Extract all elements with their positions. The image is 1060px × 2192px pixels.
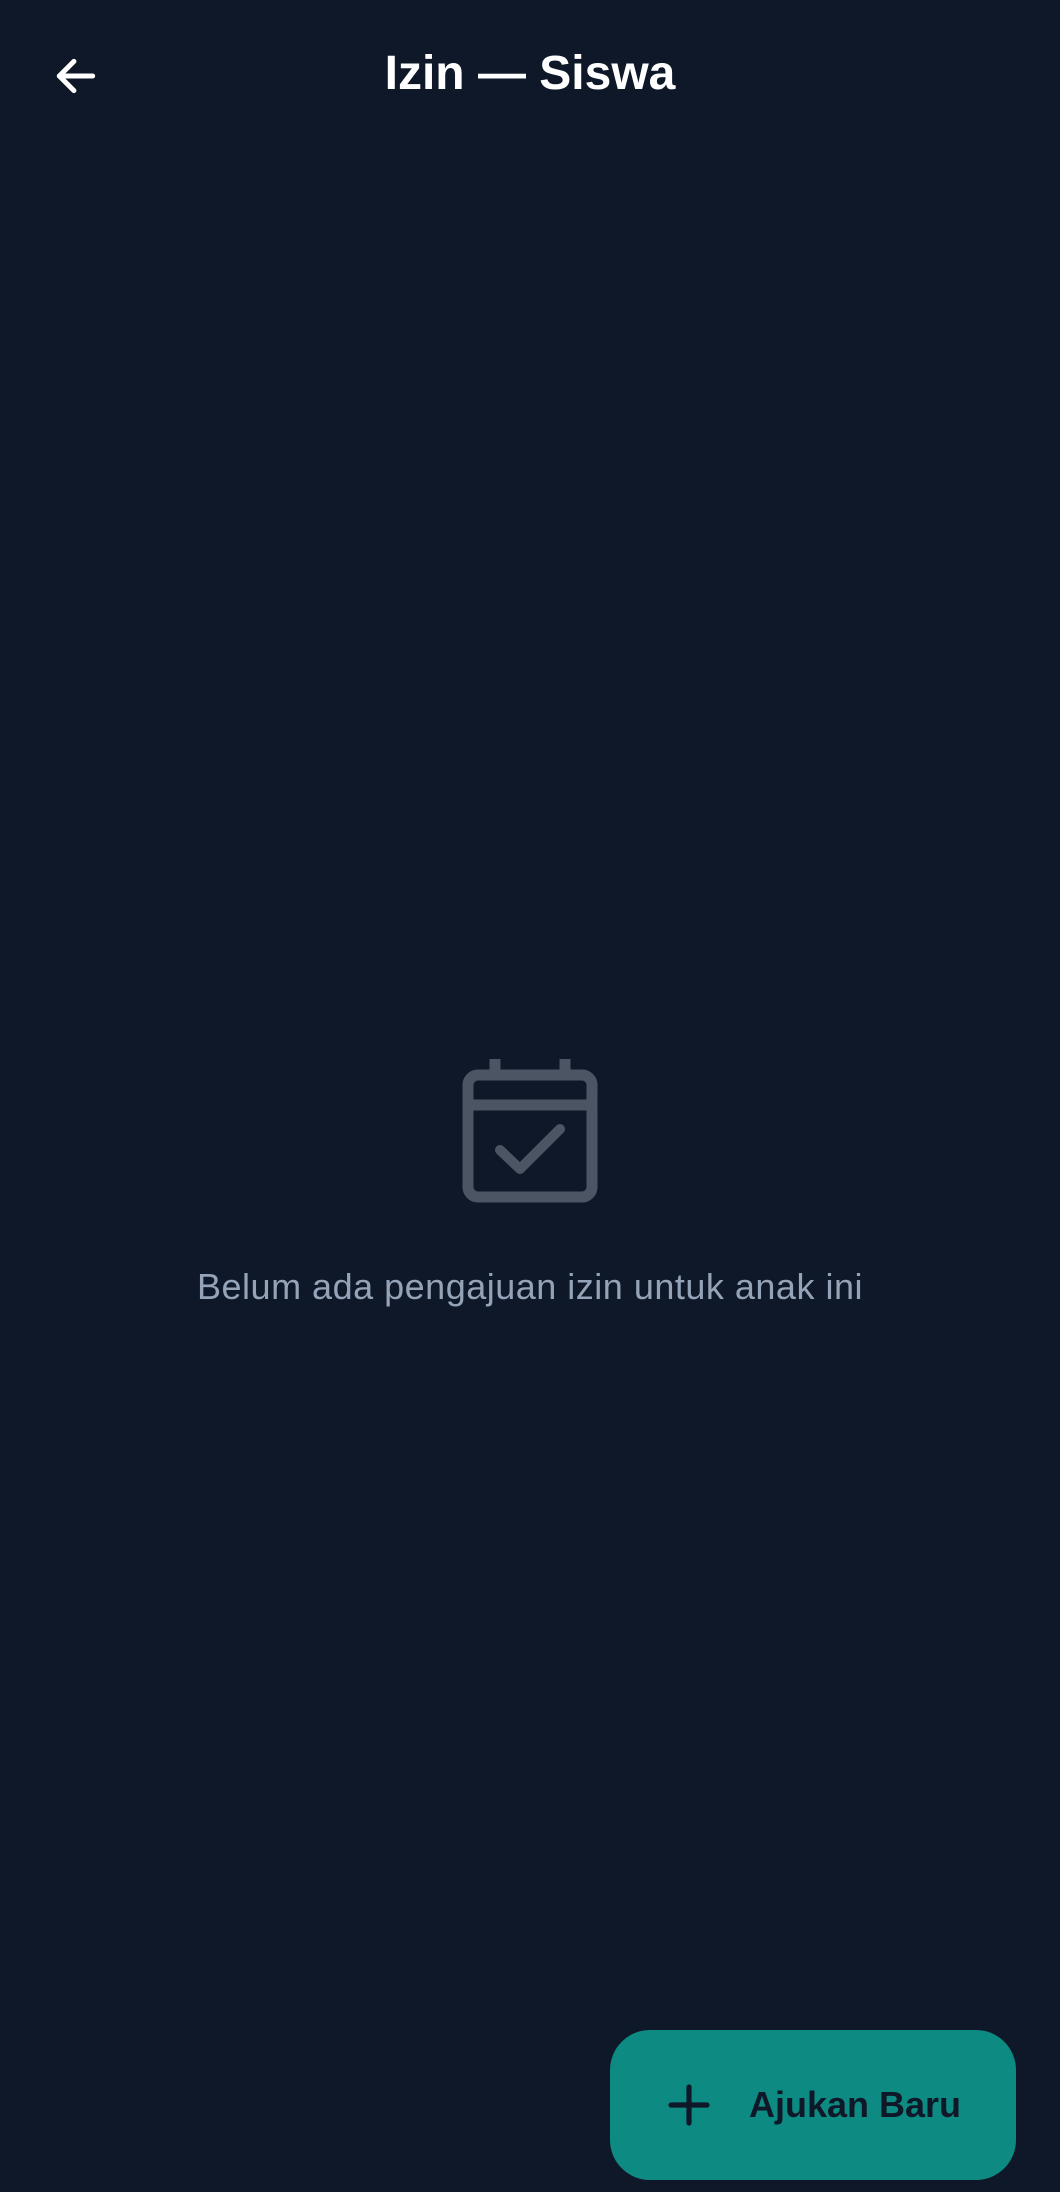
calendar-check-icon — [462, 1059, 598, 1203]
submit-new-label: Ajukan Baru — [748, 2084, 962, 2125]
submit-new-button[interactable]: Ajukan Baru — [610, 2030, 1016, 2180]
plus-icon — [668, 2084, 710, 2126]
page-title: Izin — Siswa — [384, 47, 676, 100]
app-bar: Izin — Siswa — [0, 0, 1060, 150]
empty-state-message: Belum ada pengajuan izin untuk anak ini — [197, 1266, 863, 1307]
empty-state: Belum ada pengajuan izin untuk anak ini — [0, 1055, 1060, 1309]
